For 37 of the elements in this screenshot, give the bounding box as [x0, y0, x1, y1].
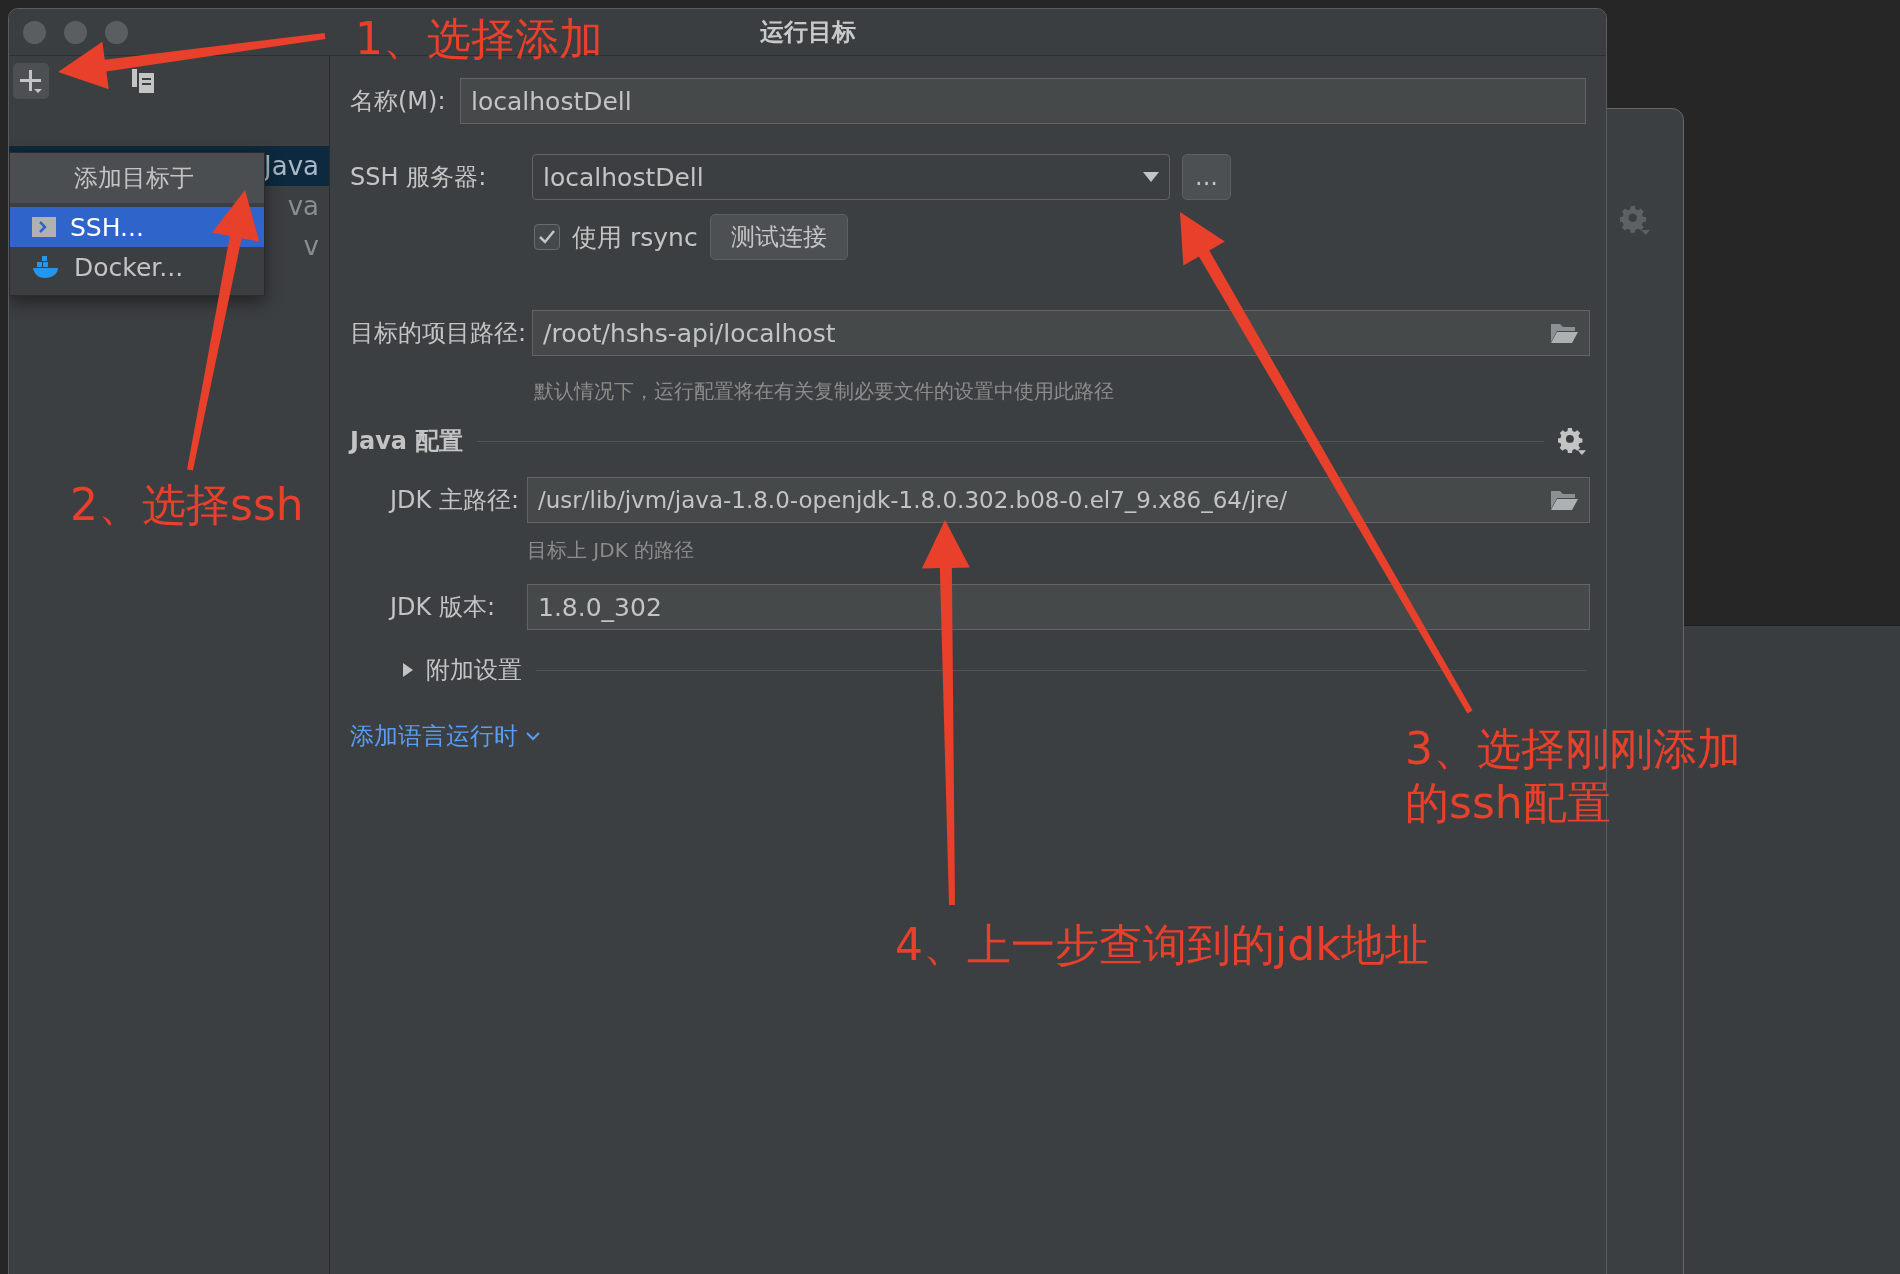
chevron-down-icon [526, 731, 540, 741]
add-runtime-link[interactable]: 添加语言运行时 [350, 720, 540, 752]
browse-button[interactable]: ... [1182, 154, 1231, 200]
annotation-text: 4、上一步查询到的jdk地址 [895, 918, 1429, 972]
annotation-text: 2、选择ssh [70, 478, 304, 532]
section-title: Java 配置 [350, 426, 464, 457]
jdk-home-field[interactable]: /usr/lib/jvm/java-1.8.0-openjdk-1.8.0.302.b08-0.el7_9.x86_64/jre/ [527, 477, 1590, 523]
terminal-icon [32, 217, 56, 237]
rsync-checkbox[interactable] [534, 224, 560, 250]
hint-text: 默认情况下，运行配置将在有关复制必要文件的设置中使用此路径 [534, 378, 1115, 405]
test-connection-button[interactable]: 测试连接 [709, 214, 848, 260]
name-field[interactable]: localhostDell [460, 78, 1586, 124]
field-label: JDK 主路径: [390, 485, 520, 516]
settings-icon[interactable] [1558, 427, 1586, 455]
menu-header: 添加目标于 [10, 153, 264, 203]
hint-text: 目标上 JDK 的路径 [527, 537, 696, 564]
annotation-text: 3、选择刚刚添加 [1405, 722, 1741, 776]
project-path-field[interactable]: /root/hshs-api/localhost [532, 310, 1590, 356]
caret-icon [1143, 172, 1159, 182]
ssh-server-dropdown[interactable]: localhostDell [532, 154, 1170, 200]
field-label: JDK 版本: [390, 592, 496, 623]
additional-settings-toggle[interactable]: 附加设置 [402, 654, 522, 686]
whale-icon [32, 255, 60, 279]
field-label: 目标的项目路径: [350, 318, 528, 349]
checkmark-icon [538, 229, 556, 245]
folder-icon[interactable] [1549, 488, 1579, 512]
folder-icon[interactable] [1549, 321, 1579, 345]
triangle-icon [402, 662, 414, 678]
checkbox-label: 使用 rsync [572, 221, 698, 254]
window-title: 运行目标 [759, 17, 856, 48]
jdk-version-field[interactable]: 1.8.0_302 [527, 584, 1590, 630]
annotation-text: 的ssh配置 [1405, 776, 1612, 830]
menu-item[interactable]: Docker... [10, 247, 264, 287]
field-label: SSH 服务器: [350, 162, 488, 193]
add-button[interactable] [13, 63, 49, 99]
annotation-text: 1、选择添加 [355, 12, 603, 66]
field-label: 名称(M): [350, 86, 447, 117]
